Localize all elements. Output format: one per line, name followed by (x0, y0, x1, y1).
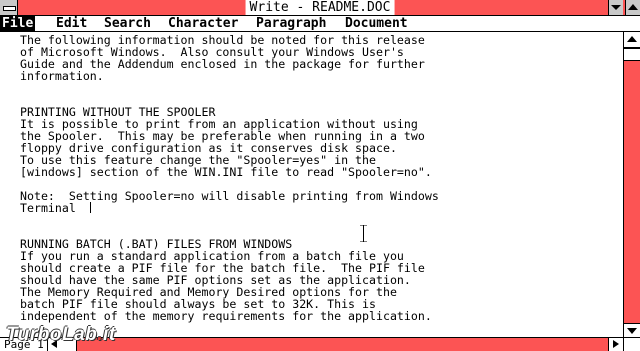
menu-paragraph[interactable]: Paragraph (256, 16, 326, 31)
vertical-scrollbar[interactable] (623, 32, 640, 339)
document-text[interactable]: The following information should be note… (20, 34, 439, 322)
menu-bar: File Edit Search Character Paragraph Doc… (0, 16, 640, 32)
document-area[interactable]: The following information should be note… (0, 32, 623, 337)
menu-edit[interactable]: Edit (56, 16, 87, 31)
watermark-logo: TurboLab.it (6, 324, 116, 346)
menu-character[interactable]: Character (168, 16, 238, 31)
scroll-up-button[interactable] (624, 32, 640, 48)
window-title: Write - README.DOC (245, 0, 395, 15)
title-bar[interactable]: Write - README.DOC (0, 0, 640, 16)
system-menu-icon (3, 6, 16, 11)
watermark-suffix: it (103, 324, 116, 345)
watermark-prefix: TurboLab (6, 324, 98, 345)
minimize-button[interactable] (608, 0, 623, 15)
maximize-icon (628, 4, 638, 10)
ibeam-cursor-icon (360, 225, 367, 242)
system-menu-button[interactable] (0, 0, 18, 15)
vertical-scroll-thumb[interactable] (624, 48, 640, 61)
arrow-right-icon (613, 340, 619, 348)
minimize-icon (611, 5, 621, 10)
text-caret (90, 202, 91, 213)
scroll-right-button[interactable] (608, 338, 624, 351)
arrow-down-icon (627, 328, 637, 334)
menu-search[interactable]: Search (104, 16, 151, 31)
scrollbar-corner (623, 338, 640, 351)
arrow-up-icon (627, 36, 637, 42)
menu-file[interactable]: File (0, 16, 36, 31)
maximize-button[interactable] (625, 0, 640, 15)
menu-document[interactable]: Document (345, 16, 408, 31)
